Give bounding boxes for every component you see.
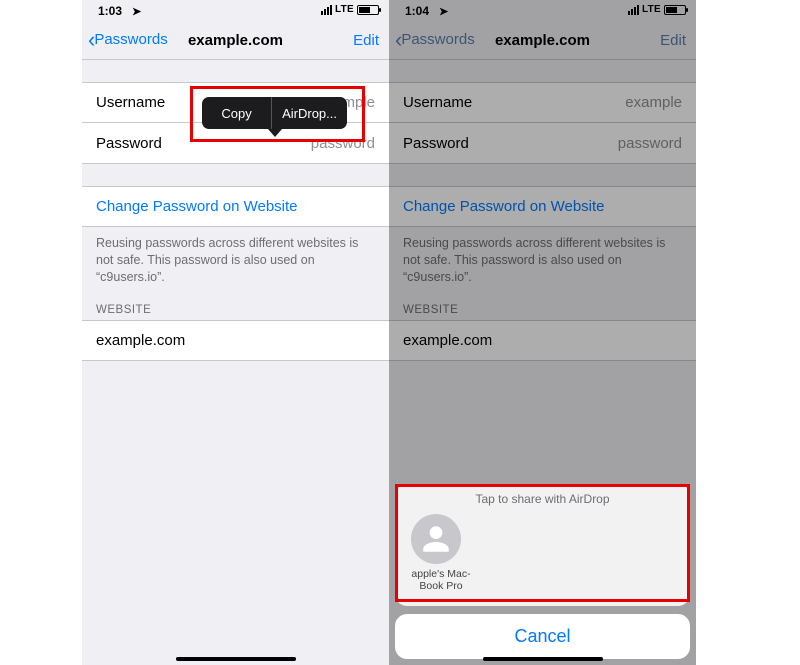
phone-left: 1:03 ➤ LTE ‹Passwords example.com Edit U… xyxy=(82,0,389,665)
phone-right: 1:04 ➤ LTE ‹Passwords example.com Edit U… xyxy=(389,0,696,665)
signal-icon xyxy=(321,5,332,15)
avatar-icon xyxy=(411,514,461,564)
network-label: LTE xyxy=(335,4,354,15)
airdrop-target-name: apple's Mac- Book Pro xyxy=(405,568,477,592)
airdrop-panel: Tap to share with AirDrop apple's Mac- B… xyxy=(395,484,690,606)
cancel-button[interactable]: Cancel xyxy=(395,614,690,659)
website-header: WEBSITE xyxy=(82,290,389,320)
nav-bar: ‹Passwords example.com Edit xyxy=(82,22,389,60)
battery-icon xyxy=(357,5,379,15)
status-time: 1:03 xyxy=(98,4,122,18)
website-value: example.com xyxy=(96,332,185,349)
location-icon: ➤ xyxy=(132,5,141,18)
change-password-link[interactable]: Change Password on Website xyxy=(82,186,389,227)
airdrop-target[interactable]: apple's Mac- Book Pro xyxy=(405,514,477,592)
airdrop-sheet: Tap to share with AirDrop apple's Mac- B… xyxy=(395,484,690,659)
context-menu: Copy AirDrop... xyxy=(202,97,347,143)
username-label: Username xyxy=(96,94,165,111)
page-title: example.com xyxy=(82,32,389,49)
copy-menu-item[interactable]: Copy xyxy=(202,97,271,129)
airdrop-hint: Tap to share with AirDrop xyxy=(405,492,680,506)
airdrop-menu-item[interactable]: AirDrop... xyxy=(272,97,347,129)
reuse-warning: Reusing passwords across different websi… xyxy=(82,227,389,290)
callout-tail xyxy=(268,129,282,137)
status-right: LTE xyxy=(321,4,379,15)
status-bar: 1:03 ➤ LTE xyxy=(82,0,389,22)
home-indicator[interactable] xyxy=(483,657,603,661)
change-password-label: Change Password on Website xyxy=(96,198,298,215)
home-indicator[interactable] xyxy=(176,657,296,661)
edit-button[interactable]: Edit xyxy=(353,32,379,49)
password-label: Password xyxy=(96,135,162,152)
website-row[interactable]: example.com xyxy=(82,320,389,361)
